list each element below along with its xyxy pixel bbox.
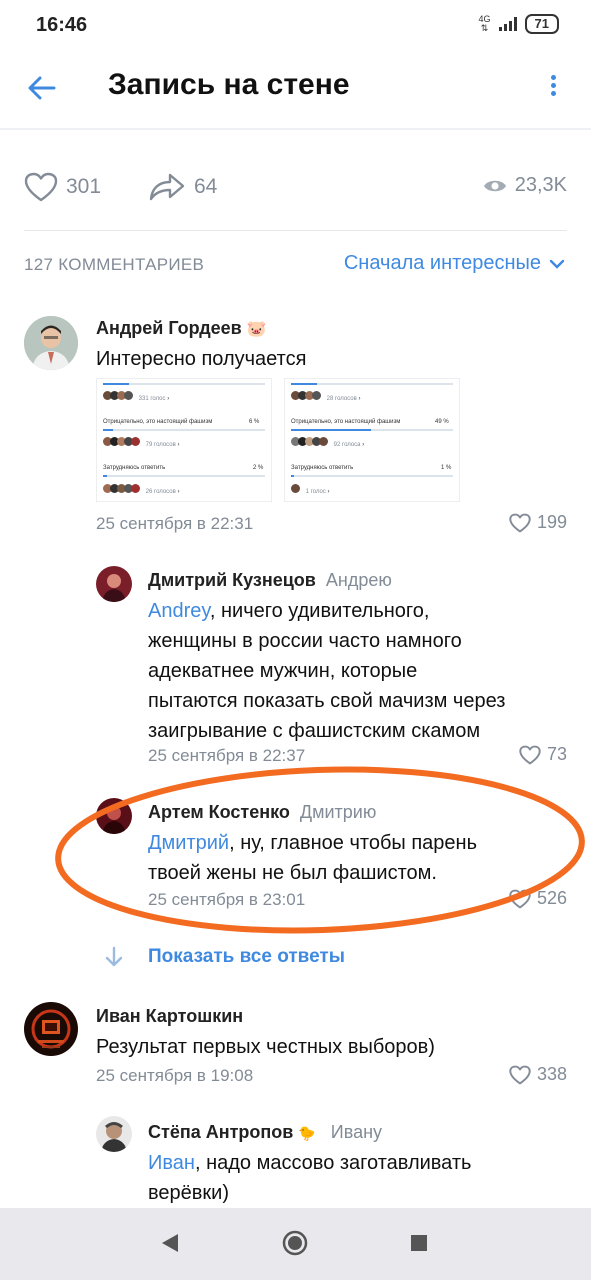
attached-image[interactable]: 28 голосов › Отрицательно, это настоящий…	[284, 378, 460, 502]
nav-recents-icon	[411, 1235, 427, 1251]
views-counter: 23,3K	[483, 174, 567, 197]
comment-date: 25 сентября в 22:31	[96, 514, 254, 533]
show-all-replies-label: Показать все ответы	[148, 946, 345, 967]
page-title: Запись на стене	[108, 68, 350, 101]
heart-icon	[509, 513, 531, 532]
attached-image[interactable]: 331 голос › Отрицательно, это настоящий …	[96, 378, 272, 502]
sort-label: Сначала интересные	[343, 252, 541, 274]
avatar-photo	[24, 1002, 78, 1056]
likes-count: 301	[66, 175, 102, 198]
comment-text: Интересно получается	[96, 348, 307, 370]
views-count: 23,3K	[514, 174, 567, 196]
reply-to-label[interactable]: Андрею	[326, 570, 392, 590]
nav-home-icon	[282, 1230, 308, 1256]
eye-icon	[483, 180, 506, 191]
heart-icon	[24, 172, 58, 202]
header-divider	[0, 128, 591, 130]
pig-emoji: 🐷	[246, 321, 267, 338]
mention-link[interactable]: Иван	[148, 1152, 195, 1174]
battery-indicator: 71	[524, 14, 559, 34]
comments-count: 127 КОММЕНТАРИЕВ	[24, 255, 205, 274]
avatar-photo	[96, 566, 132, 602]
reposts-count: 64	[194, 175, 218, 198]
show-all-replies-button[interactable]: Показать все ответы	[104, 946, 345, 968]
heart-icon	[509, 1065, 531, 1084]
share-button[interactable]: 64	[148, 172, 217, 202]
comment-like-button[interactable]: 199	[509, 512, 567, 533]
like-button[interactable]: 301	[24, 172, 101, 202]
signal-icon	[498, 17, 517, 31]
comment-text: Результат первых честных выборов)	[96, 1036, 435, 1058]
avatar-photo	[24, 316, 78, 370]
share-icon	[149, 173, 185, 201]
comment-text: Иван, надо массово заготавливать верёвки…	[148, 1152, 472, 1204]
comment-author[interactable]: Андрей Гордеев 🐷	[96, 318, 267, 339]
avatar-photo	[96, 1116, 132, 1152]
reply-to-label[interactable]: Ивану	[331, 1122, 382, 1142]
system-navigation-bar	[0, 1208, 591, 1280]
nav-back-icon	[162, 1234, 178, 1252]
avatar[interactable]	[96, 566, 132, 602]
nav-back-button[interactable]	[160, 1232, 180, 1259]
chevron-down-icon	[549, 259, 565, 269]
comment-date: 25 сентября в 19:08	[96, 1066, 254, 1085]
arrow-left-icon	[28, 76, 56, 100]
status-time: 16:46	[36, 14, 88, 36]
highlight-ellipse	[55, 766, 585, 934]
data-arrows-icon: ⇅	[480, 23, 489, 33]
comment-likes-count: 199	[536, 512, 567, 532]
more-vertical-icon	[545, 75, 561, 96]
comment-like-button[interactable]: 338	[509, 1064, 567, 1085]
avatar[interactable]	[96, 1116, 132, 1152]
nav-home-button[interactable]	[282, 1230, 308, 1261]
avatar[interactable]	[24, 1002, 78, 1056]
comment-author[interactable]: Дмитрий Кузнецов Андрею	[148, 570, 392, 591]
mention-link[interactable]: Andrey	[148, 600, 210, 622]
sort-dropdown[interactable]: Сначала интересные	[344, 252, 565, 275]
chick-emoji: 🐤	[298, 1125, 316, 1141]
comment-author[interactable]: Стёпа Антропов 🐤 Ивану	[148, 1122, 382, 1143]
arrow-down-icon	[105, 946, 123, 967]
back-button[interactable]	[24, 70, 60, 106]
stats-divider	[24, 230, 567, 231]
more-menu-button[interactable]	[545, 72, 561, 102]
nav-recents-button[interactable]	[410, 1234, 428, 1257]
avatar[interactable]	[24, 316, 78, 370]
status-icons: 4G ⇅ 71	[479, 14, 559, 34]
comment-likes-count: 338	[536, 1064, 567, 1084]
comment-text: Andrey, ничего удивительного, женщины в …	[148, 600, 506, 742]
comment-author[interactable]: Иван Картошкин	[96, 1006, 243, 1027]
